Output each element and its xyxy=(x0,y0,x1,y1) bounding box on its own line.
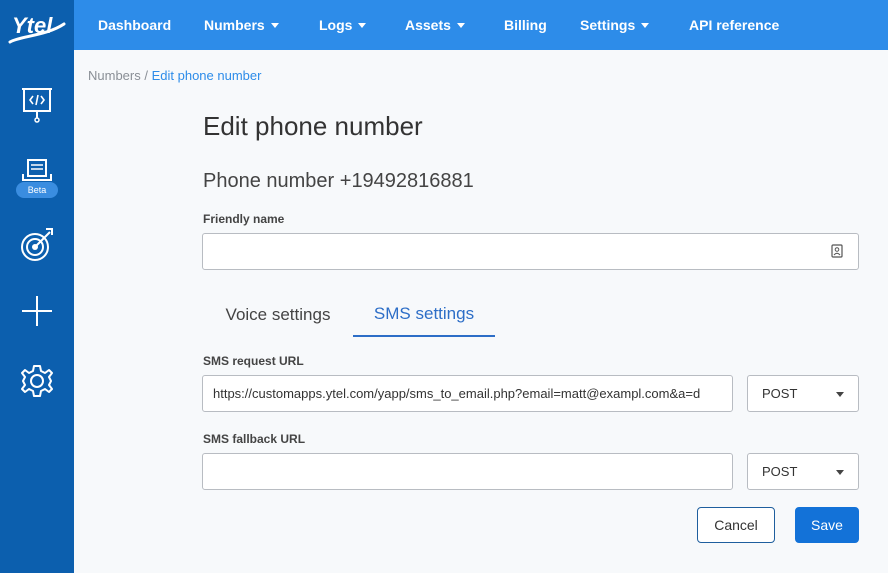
nav-assets[interactable]: Assets xyxy=(405,0,465,50)
top-navigation: Dashboard Numbers Logs Assets Billing Se… xyxy=(74,0,888,50)
tab-sms-settings-label: SMS settings xyxy=(373,303,475,323)
tab-sms-settings[interactable]: SMS settings xyxy=(353,292,495,337)
ytel-logo[interactable]: Ytel xyxy=(6,6,68,46)
sidebar-item-settings[interactable] xyxy=(0,362,74,400)
sms-fallback-url-input[interactable] xyxy=(202,453,733,490)
breadcrumb-numbers[interactable]: Numbers xyxy=(88,68,141,83)
phone-number-heading: Phone number +19492816881 xyxy=(203,170,474,192)
nav-billing-label: Billing xyxy=(504,17,547,33)
nav-settings-label: Settings xyxy=(580,17,636,33)
sidebar-item-add[interactable] xyxy=(0,292,74,330)
friendly-name-input[interactable] xyxy=(202,233,859,270)
chevron-down-icon xyxy=(641,22,650,28)
nav-logs[interactable]: Logs xyxy=(319,0,367,50)
chevron-down-icon xyxy=(270,22,279,28)
sms-fallback-url-label: SMS fallback URL xyxy=(203,432,306,446)
sidebar-item-developer[interactable] xyxy=(0,82,74,126)
save-button[interactable]: Save xyxy=(795,507,859,543)
target-icon xyxy=(21,228,53,261)
chevron-down-icon xyxy=(456,22,465,28)
nav-dashboard-label: Dashboard xyxy=(98,17,172,33)
nav-numbers-label: Numbers xyxy=(204,17,265,33)
friendly-name-label: Friendly name xyxy=(203,212,285,226)
beta-badge: Beta xyxy=(16,182,58,198)
code-presentation-icon xyxy=(22,88,52,123)
chevron-down-icon xyxy=(358,22,367,28)
breadcrumb: Numbers / Edit phone number xyxy=(88,68,261,83)
sms-request-method-value: POST xyxy=(762,386,798,401)
nav-dashboard[interactable]: Dashboard xyxy=(98,0,171,50)
nav-logs-label: Logs xyxy=(319,17,353,33)
sidebar: Ytel Beta xyxy=(0,0,74,573)
plus-icon xyxy=(22,296,52,326)
chevron-down-icon xyxy=(836,470,844,475)
sms-fallback-method-select[interactable]: POST xyxy=(747,453,859,490)
tab-voice-settings-label: Voice settings xyxy=(225,304,331,324)
sms-request-url-input[interactable]: https://customapps.ytel.com/yapp/sms_to_… xyxy=(202,375,733,412)
sidebar-item-target[interactable] xyxy=(0,222,74,266)
gear-icon xyxy=(21,365,53,397)
breadcrumb-separator: / xyxy=(140,68,152,83)
nav-assets-label: Assets xyxy=(405,17,451,33)
nav-api-reference[interactable]: API reference xyxy=(689,0,779,50)
sms-request-url-label: SMS request URL xyxy=(203,354,304,368)
contact-card-icon xyxy=(831,244,843,258)
nav-settings[interactable]: Settings xyxy=(580,0,650,50)
breadcrumb-current: Edit phone number xyxy=(151,68,262,83)
sms-request-method-select[interactable]: POST xyxy=(747,375,859,412)
nav-billing[interactable]: Billing xyxy=(504,0,547,50)
chevron-down-icon xyxy=(836,392,844,397)
nav-api-reference-label: API reference xyxy=(689,17,780,33)
nav-numbers[interactable]: Numbers xyxy=(204,0,279,50)
sms-fallback-method-value: POST xyxy=(762,464,798,479)
cancel-button[interactable]: Cancel xyxy=(697,507,775,543)
tab-voice-settings[interactable]: Voice settings xyxy=(203,292,353,337)
page-title: Edit phone number xyxy=(203,111,423,141)
logo-text: Ytel xyxy=(12,13,53,38)
